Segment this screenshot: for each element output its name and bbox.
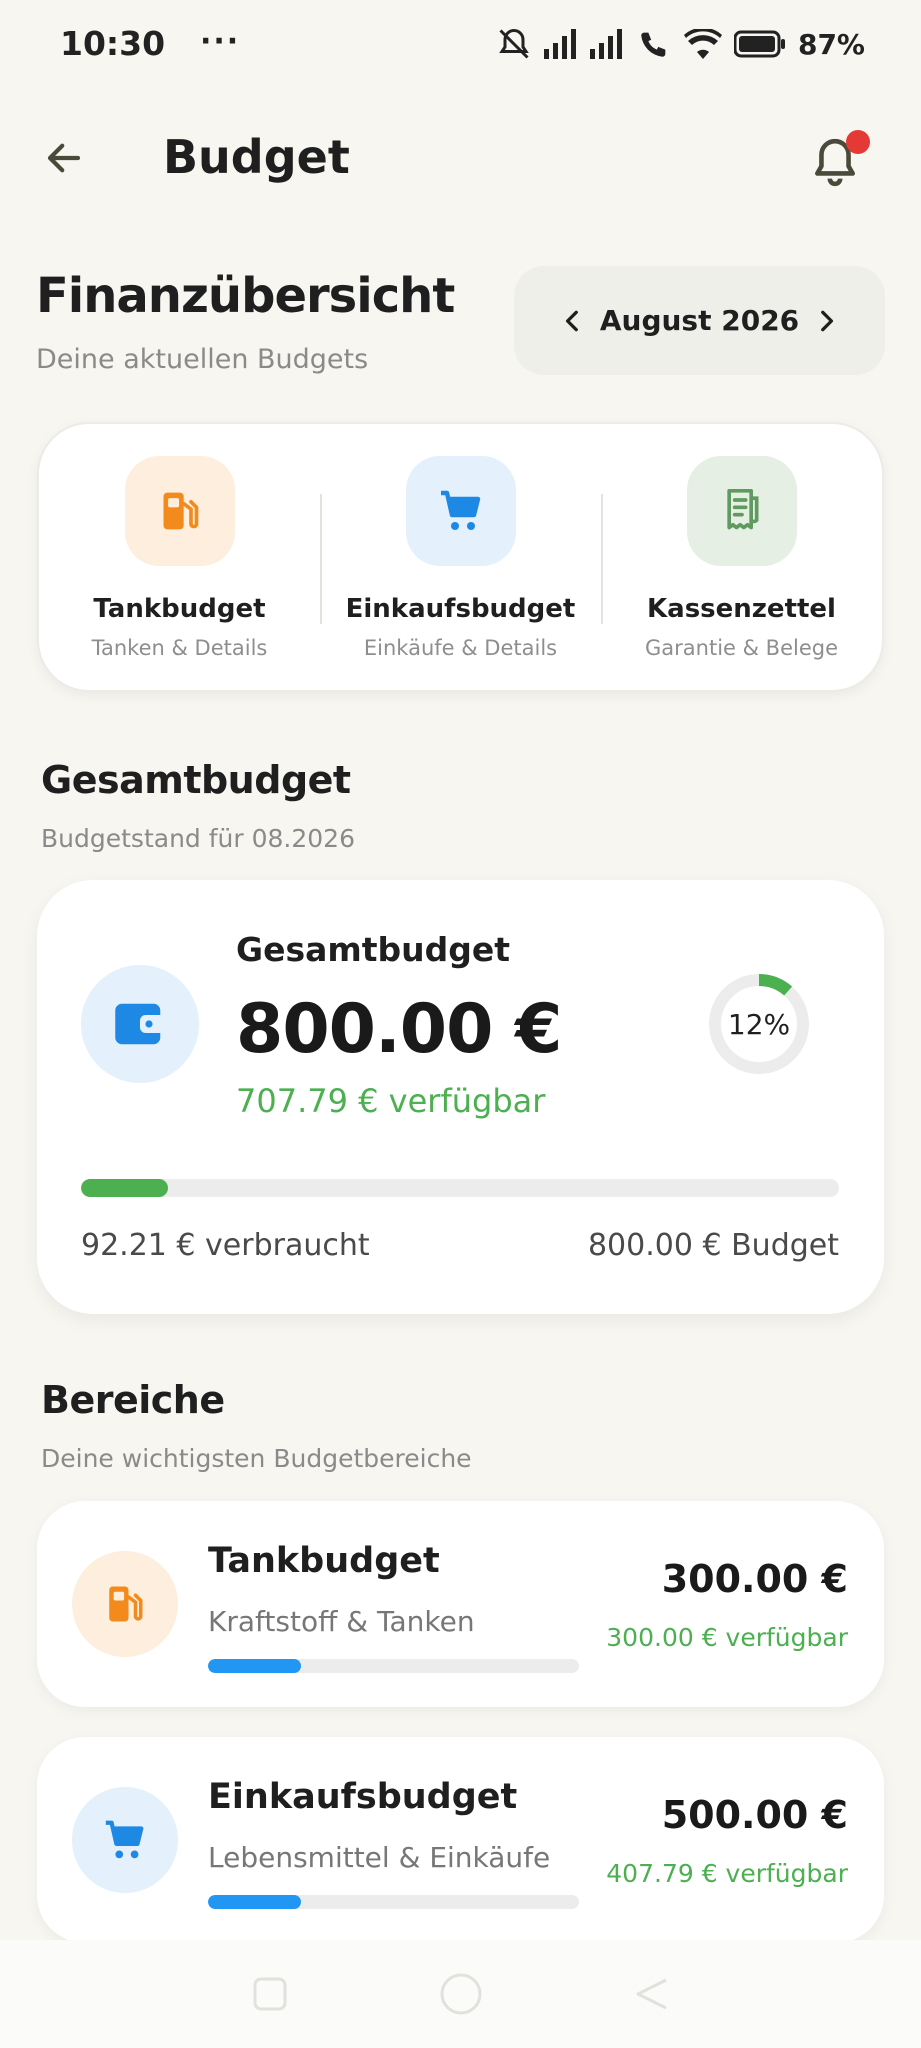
quick-link-label: Einkaufsbudget [345,594,576,624]
fuel-pump-icon [109,1586,143,1622]
total-budget-icon-bg [81,965,199,1083]
back-button[interactable] [36,130,92,186]
back-nav-button[interactable] [634,1976,670,2012]
page-subtitle: Deine aktuellen Budgets [36,344,369,375]
status-time: 10:30 [60,24,166,63]
signal-icon [543,29,576,59]
quick-link-einkaufsbudget[interactable]: Einkaufsbudget Einkäufe & Details [320,424,601,690]
quick-link-icon-bg [405,456,516,566]
quick-link-label: Tankbudget [93,594,266,624]
area-available: 407.79 € verfügbar [606,1859,848,1888]
area-card-tankbudget[interactable]: Tankbudget Kraftstoff & Tanken 300.00 € … [37,1501,884,1707]
total-used: 92.21 € verbraucht [81,1228,370,1263]
chevron-right-icon [821,310,834,331]
page-title: Finanzübersicht [36,268,455,324]
total-budget-label: Gesamtbudget [236,930,511,969]
total-budget-limit: 800.00 € Budget [587,1228,839,1263]
cart-icon [440,490,480,530]
quick-link-kassenzettel[interactable]: Kassenzettel Garantie & Belege [601,424,882,690]
total-progress-fill [81,1179,169,1197]
area-amount: 500.00 € [661,1793,848,1837]
battery-percent: 87% [797,27,865,61]
recents-button[interactable] [252,1976,288,2012]
wifi-icon [683,29,722,59]
mute-bell-icon [499,28,529,59]
month-label: August 2026 [599,304,800,337]
overview-section-subtitle: Budgetstand für 08.2026 [41,824,355,853]
quick-link-sub: Garantie & Belege [645,636,838,660]
area-description: Kraftstoff & Tanken [208,1605,475,1638]
areas-section-title: Bereiche [41,1378,225,1422]
notifications-button[interactable] [810,130,870,194]
area-name: Einkaufsbudget [208,1777,518,1817]
area-progress-fill [208,1659,301,1673]
arrow-left-icon [47,143,81,173]
status-more-dots: ··· [200,24,241,59]
area-amount: 300.00 € [661,1557,848,1601]
previous-month-button[interactable] [558,306,588,336]
quick-link-icon-bg [686,456,797,566]
quick-link-tankbudget[interactable]: Tankbudget Tanken & Details [39,424,320,690]
notification-dot [846,130,870,154]
wifi-call-icon [641,32,666,57]
areas-section-subtitle: Deine wichtigsten Budgetbereiche [41,1444,472,1473]
battery-icon [733,30,785,58]
receipt-icon [726,489,758,530]
usage-percent: 12% [727,1007,791,1041]
next-month-button[interactable] [811,306,841,336]
area-card-einkaufsbudget[interactable]: Einkaufsbudget Lebensmittel & Einkäufe 5… [37,1737,884,1943]
quick-links-card: Tankbudget Tanken & Details Einkaufsbudg… [37,422,884,692]
status-icons: 87% [496,26,865,62]
home-button[interactable] [438,1971,484,2017]
overview-section-title: Gesamtbudget [41,758,351,802]
month-picker: August 2026 [514,266,885,375]
signal-icon-2 [589,29,622,59]
area-available: 300.00 € verfügbar [606,1623,848,1652]
area-name: Tankbudget [208,1541,440,1581]
area-progress-fill [208,1895,301,1909]
total-budget-available: 707.79 € verfügbar [236,1082,546,1120]
total-budget-card[interactable]: Gesamtbudget 800.00 € 707.79 € verfügbar… [37,880,884,1314]
area-progress-bar [208,1659,579,1673]
area-description: Lebensmittel & Einkäufe [208,1841,551,1874]
system-nav-bar [0,1940,921,2048]
area-progress-bar [208,1895,579,1909]
fuel-pump-icon [163,492,198,530]
wallet-icon [115,1003,165,1045]
total-budget-amount: 800.00 € [236,990,562,1069]
total-progress-bar [81,1179,839,1197]
area-icon-bg [72,1551,178,1657]
chevron-left-icon [565,310,578,331]
cart-icon [105,1820,144,1859]
status-bar: 10:30 ··· 87% [0,0,921,96]
quick-link-label: Kassenzettel [647,594,836,624]
area-icon-bg [72,1787,178,1893]
quick-link-sub: Tanken & Details [91,636,268,660]
app-title: Budget [163,130,350,184]
quick-link-sub: Einkäufe & Details [363,636,558,660]
quick-link-icon-bg [124,456,235,566]
